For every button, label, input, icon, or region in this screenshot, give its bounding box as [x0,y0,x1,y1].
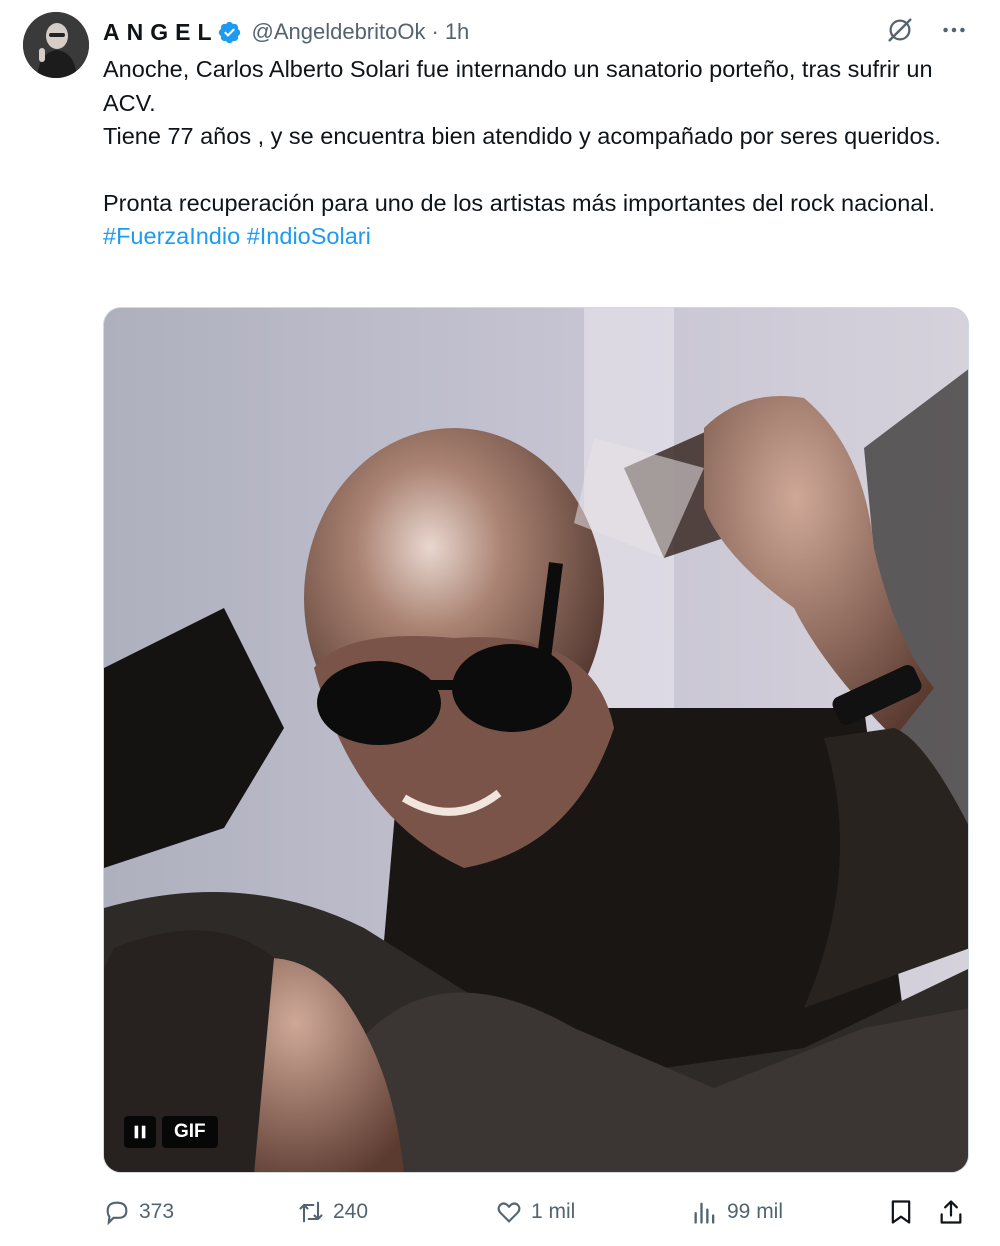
repost-button[interactable]: 240 [297,1192,368,1232]
repost-count: 240 [333,1200,369,1223]
avatar[interactable] [23,12,89,78]
author-name[interactable]: ANGEL [103,19,219,46]
bookmark-icon [891,1200,911,1224]
gif-frame-image [104,308,968,1172]
hashtag-indiosolari[interactable]: #IndioSolari [247,223,371,249]
views-button[interactable]: 99 mil [691,1192,783,1232]
author-handle[interactable]: @AngeldebritoOk [252,19,426,45]
top-actions [884,14,970,46]
views-icon [694,1202,715,1224]
post-time[interactable]: 1h [445,19,469,45]
separator-dot: · [431,19,439,44]
reply-count: 373 [139,1200,175,1223]
tweet-text: Anoche, Carlos Alberto Solari fue intern… [103,53,973,254]
more-icon[interactable] [938,14,970,46]
verified-badge-icon [217,20,242,45]
bookmark-button[interactable] [887,1192,915,1232]
pause-icon[interactable] [124,1116,156,1148]
like-count: 1 mil [531,1200,576,1223]
tweet-line-3: Pronta recuperación para uno de los arti… [103,189,936,216]
hashtag-fuerzaindio[interactable]: #FuerzaIndio [103,223,240,249]
like-button[interactable]: 1 mil [495,1192,575,1232]
views-count: 99 mil [727,1200,784,1223]
action-bar: 373 240 1 mil 99 mil [103,1192,973,1232]
tweet-header: ANGEL @AngeldebritoOk · 1h [103,16,469,48]
repost-icon [299,1201,323,1223]
tweet-line-1: Anoche, Carlos Alberto Solari fue intern… [103,56,933,116]
gif-badge: GIF [162,1116,218,1148]
like-icon [497,1202,521,1223]
gif-controls: GIF [124,1114,218,1150]
tweet-line-2: Tiene 77 años , y se encuentra bien aten… [103,123,941,149]
tweet-line-3-container: Pronta recuperación para uno de los arti… [103,187,973,254]
gif-media[interactable]: GIF [103,307,969,1173]
reply-button[interactable]: 373 [103,1192,174,1232]
share-icon [940,1200,962,1224]
reply-icon [106,1201,128,1226]
grok-icon[interactable] [884,14,916,46]
share-button[interactable] [937,1192,965,1232]
